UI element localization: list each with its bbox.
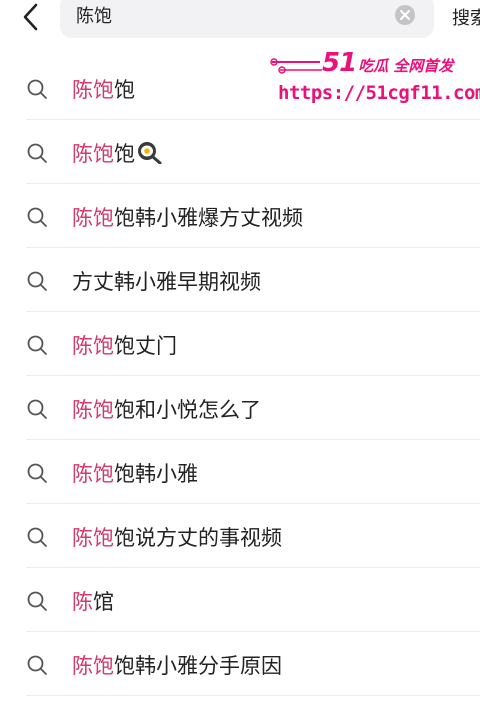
suggestion-highlight: 陈饱 <box>72 78 114 102</box>
search-icon <box>27 463 47 483</box>
suggestion-rest: 馆 <box>93 590 114 614</box>
back-button[interactable] <box>14 0 48 34</box>
suggestion-rest: 饱韩小雅 <box>114 462 198 486</box>
suggestion-highlight: 陈饱 <box>72 654 114 678</box>
fried-egg-pan-icon <box>138 142 162 164</box>
suggestion-label: 陈饱饱和小悦怎么了 <box>72 394 261 424</box>
suggestion-item[interactable]: 陈馆 <box>0 568 480 632</box>
suggestion-rest: 方丈韩小雅早期视频 <box>72 270 261 294</box>
suggestion-rest: 饱和小悦怎么了 <box>114 398 261 422</box>
suggestion-item[interactable]: 陈饱饱和小悦怎么了 <box>0 376 480 440</box>
suggestion-label: 陈饱饱说方丈的事视频 <box>72 522 282 552</box>
search-icon <box>27 79 47 99</box>
suggestion-rest: 饱 <box>114 78 135 102</box>
search-icon <box>27 143 47 163</box>
suggestion-label: 陈饱饱 <box>72 74 135 104</box>
suggestion-label: 陈饱饱韩小雅分手原因 <box>72 650 282 680</box>
suggestion-highlight: 陈饱 <box>72 398 114 422</box>
suggestion-rest: 饱说方丈的事视频 <box>114 526 282 550</box>
suggestion-highlight: 陈 <box>72 590 93 614</box>
search-input[interactable] <box>76 2 376 28</box>
suggestion-rest: 饱韩小雅分手原因 <box>114 654 282 678</box>
suggestion-label: 陈饱饱 <box>72 138 162 168</box>
suggestion-label: 方丈韩小雅早期视频 <box>72 266 261 296</box>
search-icon <box>27 399 47 419</box>
search-icon <box>27 527 47 547</box>
search-box <box>60 0 434 38</box>
suggestion-highlight: 陈饱 <box>72 462 114 486</box>
suggestion-item[interactable]: 陈饱饱 <box>0 56 480 120</box>
suggestion-item[interactable]: 陈饱饱韩小雅 <box>0 440 480 504</box>
suggestion-label: 陈馆 <box>72 586 114 616</box>
suggestion-highlight: 陈饱 <box>72 142 114 166</box>
suggestion-label: 陈饱饱韩小雅 <box>72 458 198 488</box>
search-icon <box>27 335 47 355</box>
clear-icon <box>395 5 415 25</box>
search-submit-button[interactable]: 搜索 <box>452 4 480 30</box>
suggestion-highlight: 陈饱 <box>72 206 114 230</box>
search-icon <box>27 207 47 227</box>
suggestion-item[interactable]: 陈饱饱说方丈的事视频 <box>0 504 480 568</box>
suggestion-item[interactable]: 陈饱饱韩小雅分手原因 <box>0 632 480 696</box>
search-icon <box>27 591 47 611</box>
suggestion-list: 陈饱饱 陈饱饱 陈饱饱韩小雅爆方丈视频 方丈韩小雅早期视频 陈饱饱丈门 陈饱饱和小悦怎么了… <box>0 56 480 696</box>
suggestion-item[interactable]: 方丈韩小雅早期视频 <box>0 248 480 312</box>
divider <box>26 695 480 696</box>
suggestion-rest: 饱 <box>114 142 135 166</box>
clear-button[interactable] <box>394 4 416 26</box>
top-bar: 搜索 <box>0 0 480 40</box>
suggestion-label: 陈饱饱丈门 <box>72 330 177 360</box>
suggestion-label: 陈饱饱韩小雅爆方丈视频 <box>72 202 303 232</box>
suggestion-item[interactable]: 陈饱饱 <box>0 120 480 184</box>
suggestion-highlight: 陈饱 <box>72 526 114 550</box>
search-icon <box>27 655 47 675</box>
chevron-left-icon <box>23 3 38 31</box>
suggestion-rest: 饱韩小雅爆方丈视频 <box>114 206 303 230</box>
suggestion-highlight: 陈饱 <box>72 334 114 358</box>
suggestion-rest: 饱丈门 <box>114 334 177 358</box>
suggestion-item[interactable]: 陈饱饱韩小雅爆方丈视频 <box>0 184 480 248</box>
suggestion-item[interactable]: 陈饱饱丈门 <box>0 312 480 376</box>
search-icon <box>27 271 47 291</box>
